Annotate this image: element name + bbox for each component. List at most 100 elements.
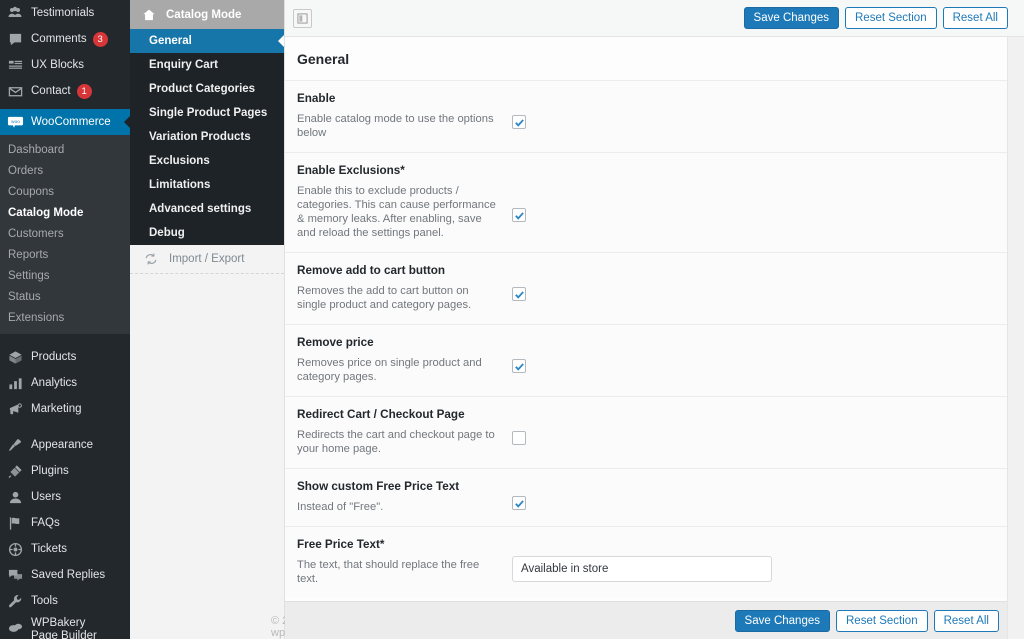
- submenu-label: Catalog Mode: [8, 206, 84, 219]
- settings-nav-title: Catalog Mode: [166, 8, 242, 21]
- sidebar-item-testimonials[interactable]: Testimonials: [0, 0, 130, 26]
- nav-item-label: Debug: [149, 227, 185, 239]
- sidebar-item-users[interactable]: Users: [0, 484, 130, 510]
- settings-nav-footer: Import / Export: [130, 245, 284, 274]
- remove-price-checkbox[interactable]: [512, 359, 526, 373]
- sidebar-item-tickets[interactable]: Tickets: [0, 536, 130, 562]
- setting-row-remove-add-to-cart: Remove add to cart button Removes the ad…: [285, 252, 1007, 324]
- setting-title: Enable: [297, 92, 336, 105]
- redirect-cart-checkout-checkbox[interactable]: [512, 431, 526, 445]
- enable-checkbox[interactable]: [512, 115, 526, 129]
- svg-text:woo: woo: [11, 120, 20, 125]
- sidebar-item-faqs[interactable]: FAQs: [0, 510, 130, 536]
- expand-panel-icon[interactable]: [293, 8, 312, 28]
- nav-item-advanced-settings[interactable]: Advanced settings: [130, 197, 284, 221]
- wrench-icon: [6, 592, 24, 610]
- submenu-label: Reports: [8, 248, 49, 261]
- submenu-label: Dashboard: [8, 143, 65, 156]
- setting-field: [512, 538, 772, 586]
- submenu-item-reports[interactable]: Reports: [0, 244, 130, 265]
- setting-description: Instead of "Free".: [297, 501, 384, 513]
- nav-item-import-export[interactable]: Import / Export: [130, 245, 284, 273]
- bar-chart-icon: [6, 374, 24, 392]
- setting-row-enable: Enable Enable catalog mode to use the op…: [285, 80, 1007, 152]
- submenu-item-coupons[interactable]: Coupons: [0, 181, 130, 202]
- setting-label-group: Enable Enable catalog mode to use the op…: [297, 92, 512, 140]
- submenu-label: Coupons: [8, 185, 55, 198]
- nav-item-exclusions[interactable]: Exclusions: [130, 149, 284, 173]
- sidebar-item-plugins[interactable]: Plugins: [0, 458, 130, 484]
- sidebar-item-contact[interactable]: Contact 1: [0, 78, 130, 104]
- nav-item-label: Variation Products: [149, 131, 251, 143]
- setting-row-free-price-text: Free Price Text* The text, that should r…: [285, 526, 1007, 598]
- submenu-item-customers[interactable]: Customers: [0, 223, 130, 244]
- sidebar-item-analytics[interactable]: Analytics: [0, 370, 130, 396]
- plug-icon: [6, 462, 24, 480]
- setting-label-group: Remove price Removes price on single pro…: [297, 336, 512, 384]
- settings-panel: General Enable Enable catalog mode to us…: [285, 37, 1008, 639]
- sidebar-item-appearance[interactable]: Appearance: [0, 432, 130, 458]
- reset-all-button-top[interactable]: Reset All: [942, 7, 1008, 29]
- nav-item-label: Enquiry Cart: [149, 59, 219, 71]
- sidebar-item-comments[interactable]: Comments 3: [0, 26, 130, 52]
- home-icon: [142, 8, 158, 22]
- reset-section-button-bottom[interactable]: Reset Section: [836, 609, 928, 632]
- nav-item-label: Exclusions: [149, 155, 210, 167]
- submenu-item-catalog-mode[interactable]: Catalog Mode: [0, 202, 130, 223]
- setting-description: Redirects the cart and checkout page to …: [297, 429, 495, 455]
- reset-section-button-top[interactable]: Reset Section: [845, 7, 937, 29]
- sidebar-item-ux-blocks[interactable]: UX Blocks: [0, 52, 130, 78]
- envelope-icon: [6, 82, 24, 100]
- submenu-item-settings[interactable]: Settings: [0, 265, 130, 286]
- nav-item-single-product-pages[interactable]: Single Product Pages: [130, 101, 284, 125]
- setting-label-group: Free Price Text* The text, that should r…: [297, 538, 512, 586]
- nav-item-debug[interactable]: Debug: [130, 221, 284, 245]
- sync-icon: [144, 252, 160, 266]
- setting-title: Redirect Cart / Checkout Page: [297, 408, 465, 421]
- woocommerce-icon: woo: [6, 113, 24, 131]
- setting-description: Removes the add to cart button on single…: [297, 285, 472, 311]
- save-changes-button-top[interactable]: Save Changes: [743, 7, 839, 29]
- enable-exclusions-checkbox[interactable]: [512, 208, 526, 222]
- nav-item-label: Advanced settings: [149, 203, 252, 215]
- user-icon: [6, 488, 24, 506]
- blocks-icon: [6, 56, 24, 74]
- sidebar-item-label: Plugins: [31, 465, 69, 477]
- setting-description: Enable catalog mode to use the options b…: [297, 113, 494, 139]
- submenu-item-status[interactable]: Status: [0, 286, 130, 307]
- setting-description: Enable this to exclude products / catego…: [297, 185, 496, 239]
- submenu-item-dashboard[interactable]: Dashboard: [0, 139, 130, 160]
- free-price-text-input[interactable]: [512, 556, 772, 582]
- sidebar-item-saved-replies[interactable]: Saved Replies: [0, 562, 130, 588]
- top-toolbar: Save Changes Reset Section Reset All: [285, 0, 1024, 37]
- setting-description: Removes price on single product and cate…: [297, 357, 482, 383]
- nav-item-enquiry-cart[interactable]: Enquiry Cart: [130, 53, 284, 77]
- nav-item-label: Product Categories: [149, 83, 256, 95]
- setting-description: The text, that should replace the free t…: [297, 559, 480, 585]
- nav-item-limitations[interactable]: Limitations: [130, 173, 284, 197]
- sidebar-item-products[interactable]: Products: [0, 344, 130, 370]
- submenu-item-orders[interactable]: Orders: [0, 160, 130, 181]
- setting-label-group: Redirect Cart / Checkout Page Redirects …: [297, 408, 512, 456]
- settings-rows: Enable Enable catalog mode to use the op…: [285, 80, 1007, 601]
- setting-label-group: Enable Exclusions* Enable this to exclud…: [297, 164, 512, 240]
- nav-item-product-categories[interactable]: Product Categories: [130, 77, 284, 101]
- sidebar-item-marketing[interactable]: Marketing: [0, 396, 130, 422]
- remove-add-to-cart-checkbox[interactable]: [512, 287, 526, 301]
- save-changes-button-bottom[interactable]: Save Changes: [734, 609, 830, 632]
- show-custom-free-price-text-checkbox[interactable]: [512, 496, 526, 510]
- reset-all-button-bottom[interactable]: Reset All: [933, 609, 999, 632]
- sidebar-item-wpbakery[interactable]: WPBakery Page Builder: [0, 614, 130, 639]
- content-area: Save Changes Reset Section Reset All Gen…: [285, 0, 1024, 639]
- nav-item-label: Single Product Pages: [149, 107, 268, 119]
- flag-icon: [6, 514, 24, 532]
- sidebar-item-woocommerce[interactable]: woo WooCommerce: [0, 109, 130, 135]
- nav-item-variation-products[interactable]: Variation Products: [130, 125, 284, 149]
- sidebar-item-tools[interactable]: Tools: [0, 588, 130, 614]
- replies-icon: [6, 566, 24, 584]
- nav-item-general[interactable]: General: [130, 29, 284, 53]
- submenu-item-extensions[interactable]: Extensions: [0, 307, 130, 328]
- paintbrush-icon: [6, 436, 24, 454]
